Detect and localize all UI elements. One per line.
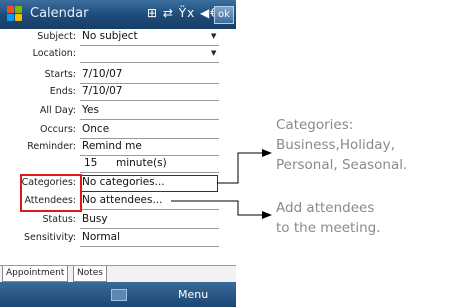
- categories-callout-line-3: Personal, Seasonal.: [276, 157, 408, 173]
- categories-callout: Categories: Business,Holiday, Personal, …: [276, 115, 407, 175]
- categories-callout-line-2: Business,Holiday,: [276, 137, 395, 153]
- categories-callout-line-1: Categories:: [276, 117, 354, 133]
- attendees-arrow-head: [262, 211, 272, 219]
- attendees-pointer-line: [171, 200, 262, 216]
- categories-pointer-line: [217, 152, 262, 184]
- attendees-callout-line-1: Add attendees: [276, 200, 375, 216]
- attendees-callout: Add attendees to the meeting.: [276, 198, 381, 238]
- categories-arrow-head: [262, 149, 272, 157]
- attendees-callout-line-2: to the meeting.: [276, 220, 381, 236]
